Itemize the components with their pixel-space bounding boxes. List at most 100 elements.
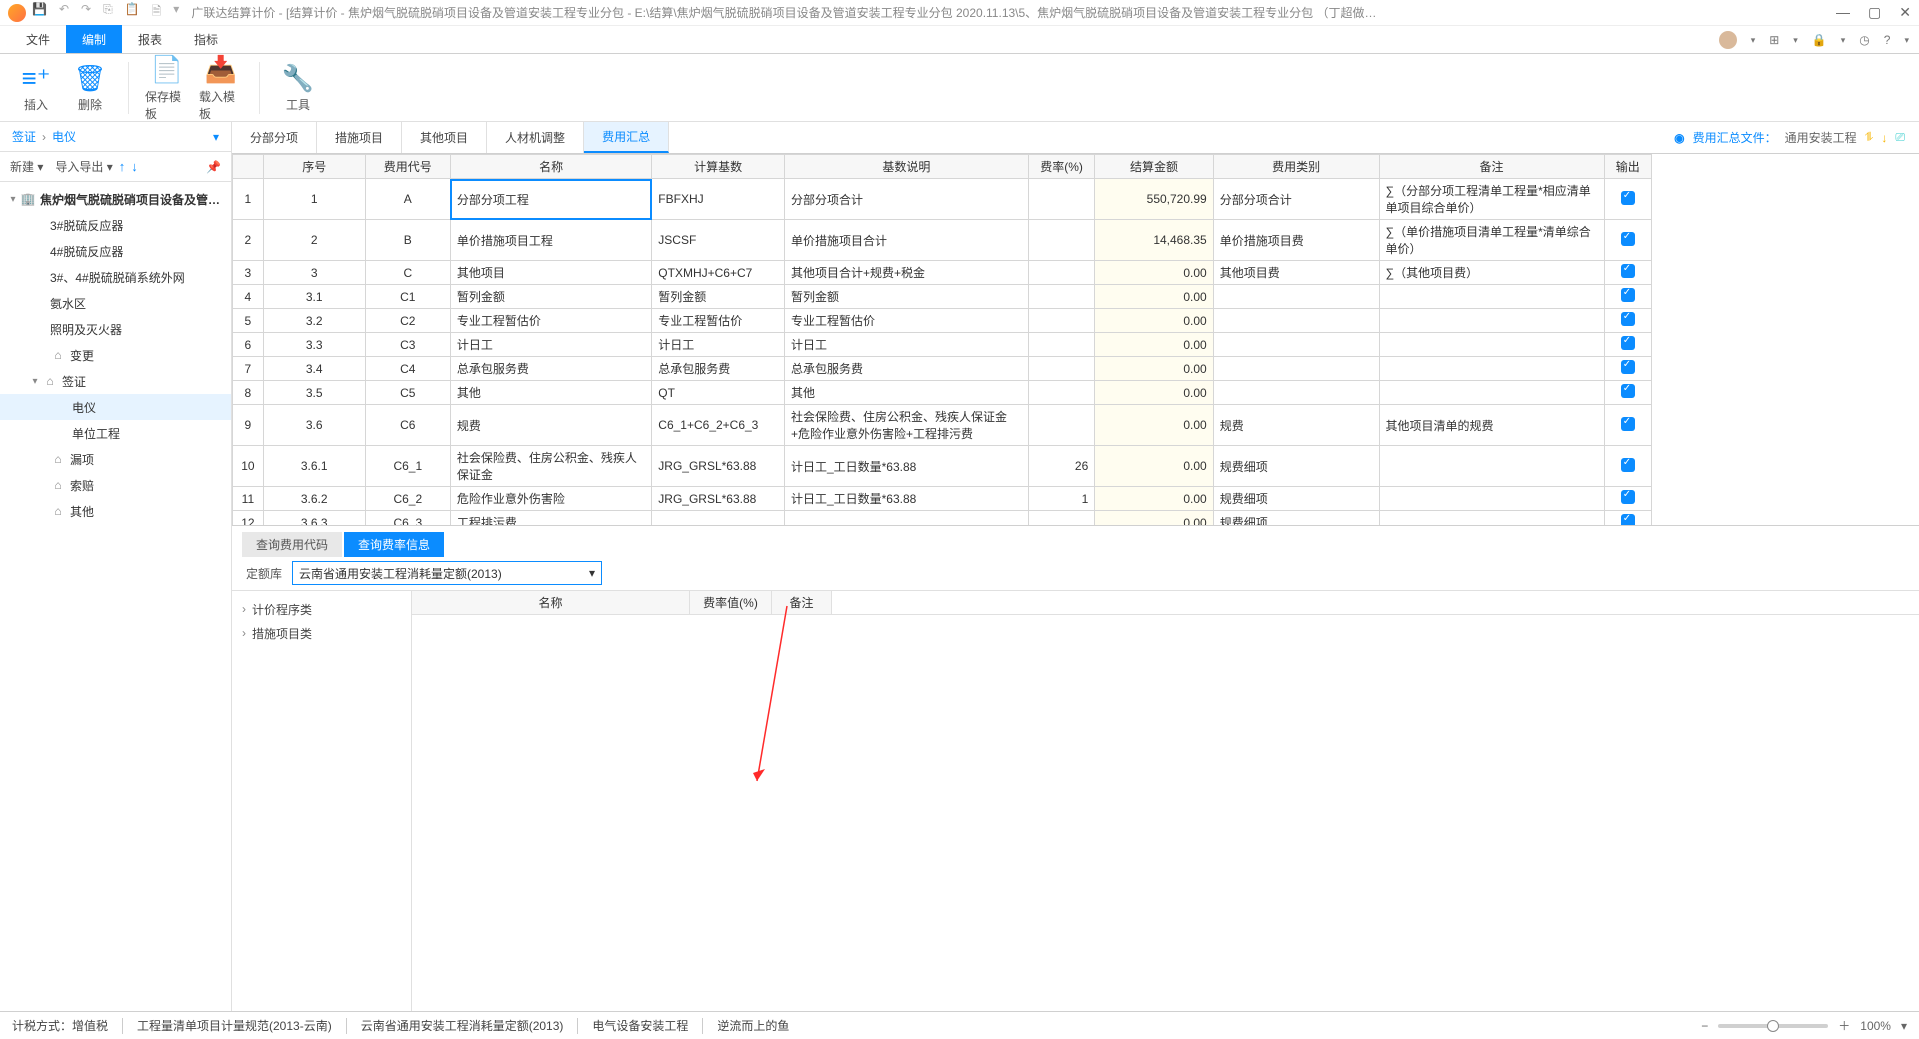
qa-dropdown-icon[interactable]: ▾ [173,2,179,23]
grid-cell[interactable]: 0.00 [1095,357,1213,381]
qa-redo-icon[interactable]: ↷ [81,2,91,23]
sort-icon[interactable]: ⥮ [1865,130,1874,145]
grid-cell[interactable]: 分部分项合计 [1213,179,1379,220]
grid-cell[interactable]: 5 [233,309,264,333]
window-restore-icon[interactable]: ▢ [1868,4,1881,21]
grid-view-icon[interactable]: ⊞ [1769,33,1779,47]
grid-cell[interactable]: 8 [233,381,264,405]
grid-cell[interactable] [1604,285,1651,309]
grid-cell[interactable] [1028,179,1094,220]
grid-cell[interactable]: 550,720.99 [1095,179,1213,220]
grid-cell[interactable] [1604,179,1651,220]
grid-cell[interactable] [1379,511,1604,527]
grid-cell[interactable]: 0.00 [1095,405,1213,446]
delete-button[interactable]: 🗑删除 [68,62,112,113]
grid-cell[interactable] [1604,446,1651,487]
tree-item[interactable]: 4#脱硫反应器 [0,238,231,264]
save-template-button[interactable]: 📄保存模板 [145,54,189,122]
grid-cell[interactable]: 3.2 [263,309,365,333]
grid-cell[interactable]: 4 [233,285,264,309]
grid-cell[interactable]: 3 [233,261,264,285]
grid-cell[interactable] [1028,261,1094,285]
quick-access-icons[interactable]: 💾 ↶ ↷ ⎘ 📋 🗎 ▾ [32,2,179,23]
grid-header[interactable]: 名称 [450,155,651,179]
import-export-button[interactable]: 导入导出 ▾ [55,158,112,175]
grid-cell[interactable]: 3.6.1 [263,446,365,487]
grid-cell[interactable]: 0.00 [1095,333,1213,357]
grid-cell[interactable]: 计日工 [652,333,785,357]
grid-cell[interactable]: 10 [233,446,264,487]
tree-item[interactable]: ⌂索赔 [0,472,231,498]
lock-icon[interactable]: 🔒 [1812,33,1827,47]
grid-cell[interactable] [1213,333,1379,357]
zoom-out-icon[interactable]: − [1701,1019,1708,1033]
grid-cell[interactable] [1379,487,1604,511]
zoom-caret-icon[interactable]: ▾ [1901,1019,1907,1033]
grid-cell[interactable]: JSCSF [652,220,785,261]
grid-cell[interactable]: 0.00 [1095,381,1213,405]
output-checkbox[interactable] [1621,191,1635,205]
grid-cell[interactable]: 计日工 [450,333,651,357]
output-checkbox[interactable] [1621,312,1635,326]
tree-item[interactable]: ⌂漏项 [0,446,231,472]
grid-cell[interactable]: 3.4 [263,357,365,381]
grid-cell[interactable]: 总承包服务费 [450,357,651,381]
grid-header[interactable]: 费用类别 [1213,155,1379,179]
tree-item[interactable]: 照明及灭火器 [0,316,231,342]
grid-cell[interactable]: 其他项目 [450,261,651,285]
subtab-code[interactable]: 查询费用代码 [242,532,342,557]
grid-cell[interactable] [652,511,785,527]
grid-cell[interactable] [1028,220,1094,261]
grid-cell[interactable]: ∑（单价措施项目清单工程量*清单综合单价） [1379,220,1604,261]
grid-cell[interactable]: 其他项目费 [1213,261,1379,285]
grid-cell[interactable]: QTXMHJ+C6+C7 [652,261,785,285]
grid-cell[interactable]: 单价措施项目合计 [784,220,1028,261]
grid-header[interactable] [233,155,264,179]
output-checkbox[interactable] [1621,336,1635,350]
grid-cell[interactable] [1379,285,1604,309]
grid-cell[interactable]: 计日工_工日数量*63.88 [784,446,1028,487]
cat-measure[interactable]: ›措施项目类 [242,621,401,645]
grid-cell[interactable] [1028,405,1094,446]
grid-cell[interactable]: 规费 [450,405,651,446]
load-template-button[interactable]: 📥载入模板 [199,54,243,122]
grid-cell[interactable]: ∑（分部分项工程清单工程量*相应清单单项目综合单价） [1379,179,1604,220]
move-down-icon[interactable]: ↓ [131,159,138,174]
user-avatar-icon[interactable] [1719,31,1737,49]
output-checkbox[interactable] [1621,384,1635,398]
grid-cell[interactable]: 计日工_工日数量*63.88 [784,487,1028,511]
grid-cell[interactable]: 总承包服务费 [652,357,785,381]
grid-cell[interactable]: C6_3 [365,511,450,527]
menu-compile[interactable]: 编制 [66,25,122,53]
status-quota[interactable]: 云南省通用安装工程消耗量定额(2013) [361,1017,564,1034]
tab-fbfx[interactable]: 分部分项 [232,122,317,153]
grid-cell[interactable]: 0.00 [1095,487,1213,511]
grid-cell[interactable]: 暂列金额 [784,285,1028,309]
grid-cell[interactable]: A [365,179,450,220]
table-row[interactable]: 73.4C4总承包服务费总承包服务费总承包服务费0.00 [233,357,1652,381]
cost-summary-grid[interactable]: 序号费用代号名称计算基数基数说明费率(%)结算金额费用类别备注输出11A分部分项… [232,154,1919,526]
grid-cell[interactable]: 其他 [450,381,651,405]
tree-item[interactable]: ⌂变更 [0,342,231,368]
grid-cell[interactable] [1213,381,1379,405]
grid-cell[interactable]: 单价措施项目费 [1213,220,1379,261]
breadcrumb[interactable]: 签证 › 电仪 ▾ [0,122,231,152]
user-caret-icon[interactable]: ▾ [1751,35,1756,46]
status-misc[interactable]: 逆流而上的鱼 [717,1017,789,1034]
table-row[interactable]: 11A分部分项工程FBFXHJ分部分项合计550,720.99分部分项合计∑（分… [233,179,1652,220]
grid-cell[interactable]: 26 [1028,446,1094,487]
grid-cell[interactable]: B [365,220,450,261]
grid-cell[interactable] [1213,285,1379,309]
grid-cell[interactable]: 总承包服务费 [784,357,1028,381]
table-row[interactable]: 93.6C6规费C6_1+C6_2+C6_3社会保险费、住房公积金、残疾人保证金… [233,405,1652,446]
grid-header[interactable]: 计算基数 [652,155,785,179]
arrow-down-icon[interactable]: ↓ [1881,131,1887,145]
grid-cell[interactable]: 3 [263,261,365,285]
grid-cell[interactable] [1604,220,1651,261]
grid-cell[interactable] [1604,487,1651,511]
grid-cell[interactable]: C6_1+C6_2+C6_3 [652,405,785,446]
grid-cell[interactable] [1213,309,1379,333]
grid-cell[interactable]: 专业工程暂估价 [784,309,1028,333]
output-checkbox[interactable] [1621,458,1635,472]
grid-cell[interactable] [1604,511,1651,527]
